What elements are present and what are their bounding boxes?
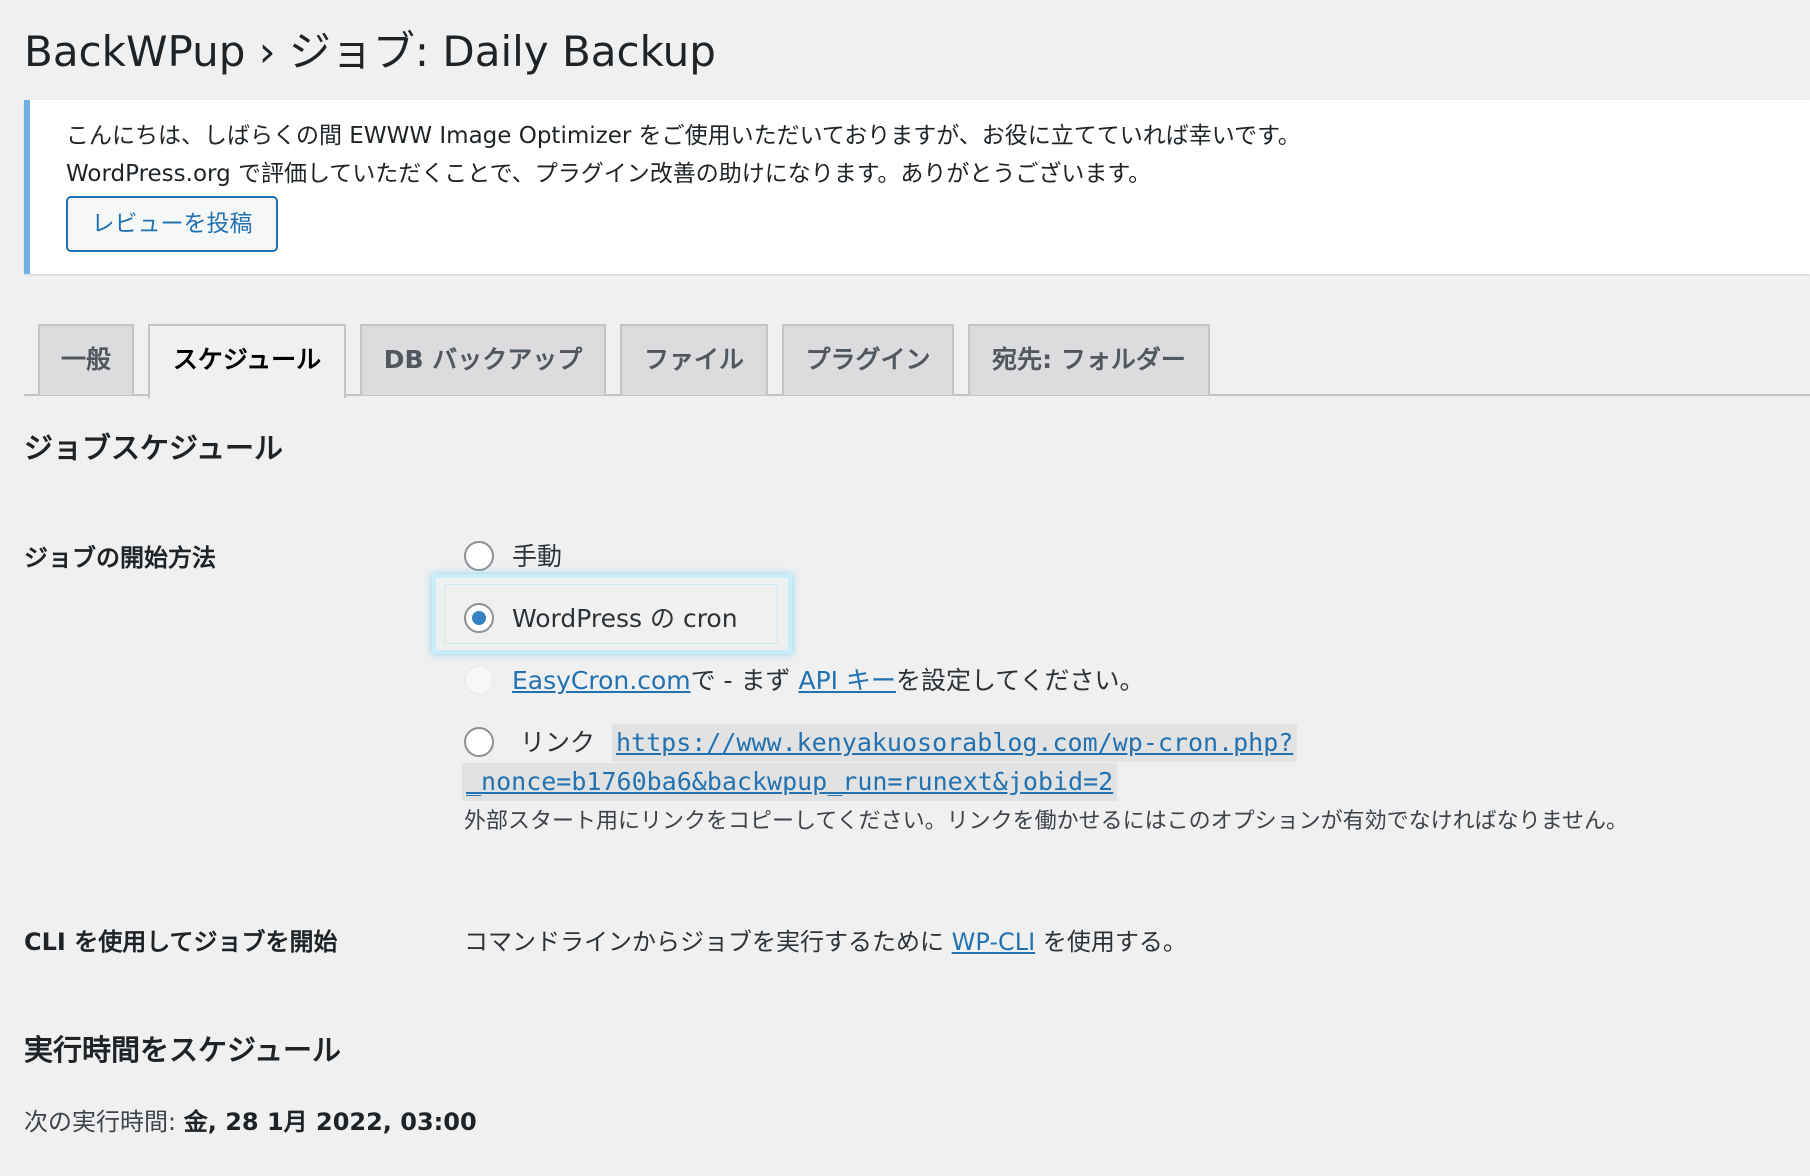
tab-files[interactable]: ファイル: [620, 324, 768, 395]
radio-link[interactable]: [464, 727, 494, 757]
external-run-url-line-2[interactable]: _nonce=b1760ba6&backwpup_run=runext&jobi…: [462, 763, 1118, 801]
next-run-time: 次の実行時間: 金, 28 1月 2022, 03:00: [24, 1104, 477, 1140]
tab-plugins[interactable]: プラグイン: [782, 324, 954, 395]
radio-easycron[interactable]: [464, 665, 494, 695]
review-notice: こんにちは、しばらくの間 EWWW Image Optimizer をご使用いた…: [24, 100, 1810, 274]
cli-description: コマンドラインからジョブを実行するために WP-CLI を使用する。: [464, 924, 1187, 960]
radio-wpcron[interactable]: [464, 603, 494, 633]
easycron-mid-text: で - まず: [690, 666, 791, 695]
tab-schedule[interactable]: スケジュール: [148, 324, 346, 398]
next-run-label: 次の実行時間:: [24, 1108, 177, 1136]
external-run-url-line-1[interactable]: https://www.kenyakuosorablog.com/wp-cron…: [612, 724, 1298, 762]
option-link-label: リンク: [520, 728, 596, 757]
option-manual-label: 手動: [512, 542, 563, 571]
cli-text-pre: コマンドラインからジョブを実行するために: [464, 928, 944, 956]
notice-text-line-2: WordPress.org で評価していただくことで、プラグイン改善の助けになり…: [66, 161, 1152, 187]
link-description: 外部スタート用にリンクをコピーしてください。リンクを働かせるにはこのオプションが…: [464, 809, 1629, 834]
easycron-link[interactable]: EasyCron.com: [512, 666, 691, 695]
easycron-tail-text: を設定してください。: [895, 666, 1145, 695]
option-easycron-text: EasyCron.comで - まず API キーを設定してください。: [512, 663, 1145, 699]
start-method-label: ジョブの開始方法: [24, 544, 216, 572]
tab-general[interactable]: 一般: [38, 324, 134, 395]
review-button[interactable]: レビューを投稿: [66, 196, 278, 252]
tab-destination-folder[interactable]: 宛先: フォルダー: [968, 324, 1210, 395]
page-title: BackWPup › ジョブ: Daily Backup: [24, 27, 716, 76]
notice-text-line-1: こんにちは、しばらくの間 EWWW Image Optimizer をご使用いた…: [66, 123, 1301, 149]
api-key-link[interactable]: API キー: [798, 666, 896, 695]
run-time-heading: 実行時間をスケジュール: [24, 1033, 341, 1067]
wp-cli-link[interactable]: WP-CLI: [952, 928, 1036, 956]
cli-label: CLI を使用してジョブを開始: [24, 928, 338, 956]
radio-manual[interactable]: [464, 541, 494, 571]
cli-text-post: を使用する。: [1042, 928, 1187, 956]
tab-db-backup[interactable]: DB バックアップ: [360, 324, 606, 395]
option-wpcron-label: WordPress の cron: [512, 604, 738, 633]
next-run-value: 金, 28 1月 2022, 03:00: [183, 1108, 477, 1136]
job-schedule-heading: ジョブスケジュール: [24, 431, 283, 465]
